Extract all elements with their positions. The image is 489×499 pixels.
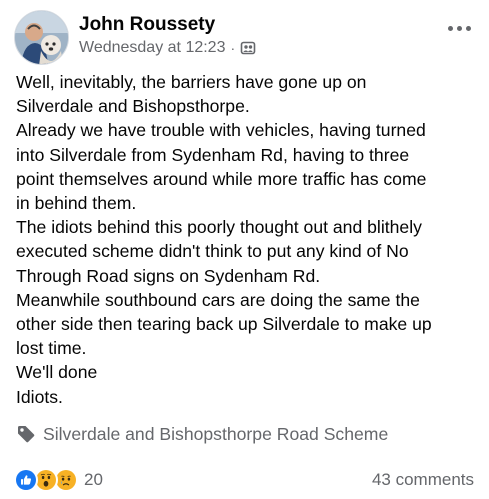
post-body-line: executed scheme didn't think to put any … <box>16 241 409 262</box>
topic-label: Silverdale and Bishopsthorpe Road Scheme <box>43 423 389 444</box>
post-body-line: Idiots. <box>16 386 63 407</box>
post-meta: Wednesday at 12:23 · <box>79 39 256 57</box>
post-body-line: point themselves around while more traff… <box>16 168 427 189</box>
post-body: Well, inevitably, the barriers have gone… <box>16 70 476 409</box>
comments-count-link[interactable]: 43 comments <box>372 470 474 490</box>
like-reaction-icon <box>14 468 38 492</box>
post-body-line: Already we have trouble with vehicles, h… <box>16 120 426 141</box>
post-body-line: lost time. <box>16 338 87 359</box>
avatar-photo <box>15 11 68 64</box>
author-name[interactable]: John Roussety <box>79 14 215 36</box>
tag-icon <box>16 424 36 444</box>
meta-separator: · <box>230 40 236 56</box>
group-audience-icon[interactable] <box>240 40 256 56</box>
post-timestamp[interactable]: Wednesday at 12:23 <box>79 39 225 57</box>
post-body-line: The idiots behind this poorly thought ou… <box>16 217 422 238</box>
post-body-line: Through Road signs on Sydenham Rd. <box>16 265 321 286</box>
avatar[interactable] <box>14 10 69 65</box>
post-body-line: Silverdale and Bishopsthorpe. <box>16 96 250 117</box>
facebook-post: John Roussety Wednesday at 12:23 · Well,… <box>0 0 489 499</box>
post-body-line: into Silverdale from Sydenham Rd, having… <box>16 144 410 165</box>
post-body-line: other side then tearing back up Silverda… <box>16 314 432 335</box>
post-body-line: Meanwhile southbound cars are doing the … <box>16 289 420 310</box>
post-footer: 20 43 comments <box>14 466 474 494</box>
post-header: John Roussety Wednesday at 12:23 · <box>14 10 479 66</box>
post-body-line: We'll done <box>16 362 98 383</box>
more-options-icon[interactable] <box>443 18 475 38</box>
reactions-summary[interactable]: 20 <box>14 468 103 492</box>
topic-tag-link[interactable]: Silverdale and Bishopsthorpe Road Scheme <box>16 422 388 446</box>
post-body-line: Well, inevitably, the barriers have gone… <box>16 72 367 92</box>
post-body-line: in behind them. <box>16 193 137 214</box>
reaction-count: 20 <box>84 470 103 489</box>
